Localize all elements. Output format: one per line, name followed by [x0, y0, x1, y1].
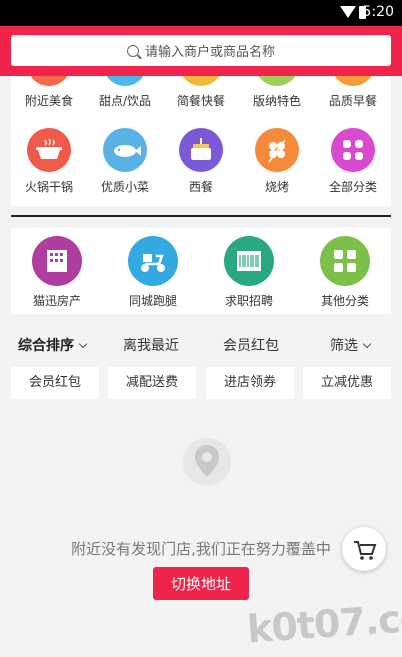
fish-icon	[103, 128, 147, 172]
category-grid: 附近美食 甜点/饮品 简餐快餐 版纳特色 品质早餐 火锅干锅 优质小菜 西餐 烧…	[11, 76, 391, 206]
category-label: 附近美食	[24, 94, 73, 108]
status-bar: 5:20	[0, 0, 402, 26]
category-label: 火锅干锅	[24, 180, 73, 194]
category-dessert[interactable]: 甜点/饮品	[87, 76, 163, 109]
sort-comprehensive[interactable]: 综合排序	[18, 335, 88, 355]
filter-chips: 会员红包 减配送费 进店领券 立减优惠	[0, 367, 402, 401]
skewer-icon	[255, 128, 299, 172]
sort-label: 综合排序	[18, 338, 74, 354]
sort-nearest[interactable]: 离我最近	[123, 335, 179, 355]
switch-address-button[interactable]: 切换地址	[153, 567, 249, 600]
category-side-dish[interactable]: 优质小菜	[87, 128, 163, 195]
chip-member-coupon[interactable]: 会员红包	[11, 367, 99, 399]
category-label: 全部分类	[328, 180, 377, 194]
cake-icon	[179, 128, 223, 172]
cart-button[interactable]	[342, 527, 386, 571]
service-label: 同城跑腿	[128, 294, 177, 308]
service-label: 猫迅房产	[32, 294, 81, 308]
bowl-icon	[179, 76, 223, 86]
wifi-icon	[340, 6, 356, 18]
scooter-icon	[128, 236, 178, 286]
status-time: 5:20	[362, 4, 394, 20]
sort-member-coupon[interactable]: 会员红包	[223, 335, 279, 355]
chevron-down-icon	[78, 339, 88, 349]
drink-icon	[103, 76, 147, 86]
category-local-special[interactable]: 版纳特色	[239, 76, 315, 109]
search-input[interactable]: 请输入商户或商品名称	[11, 35, 391, 66]
sort-bar: 综合排序 离我最近 会员红包 筛选	[0, 322, 402, 366]
category-all[interactable]: 全部分类	[315, 128, 391, 195]
category-label: 简餐快餐	[176, 94, 225, 108]
category-western[interactable]: 西餐	[163, 128, 239, 195]
chevron-down-icon	[362, 339, 372, 349]
category-label: 西餐	[188, 180, 213, 194]
barcode-icon	[224, 236, 274, 286]
grid-icon	[320, 236, 370, 286]
search-icon	[126, 44, 139, 57]
chip-instant-discount[interactable]: 立减优惠	[303, 367, 391, 399]
category-breakfast[interactable]: 品质早餐	[315, 76, 391, 109]
service-jobs[interactable]: 求职招聘	[203, 236, 295, 309]
category-fast-food[interactable]: 简餐快餐	[163, 76, 239, 109]
service-label: 求职招聘	[224, 294, 273, 308]
category-nearby-food[interactable]: 附近美食	[11, 76, 87, 109]
service-errand[interactable]: 同城跑腿	[107, 236, 199, 309]
cart-icon	[354, 541, 377, 560]
watermark-logo: k0t07.com	[245, 592, 402, 652]
breakfast-icon	[331, 76, 375, 86]
food-icon	[27, 76, 71, 86]
category-label: 烧烤	[264, 180, 289, 194]
location-pin-icon	[183, 438, 231, 486]
category-label: 优质小菜	[100, 180, 149, 194]
search-placeholder: 请输入商户或商品名称	[144, 45, 275, 60]
leaf-icon	[255, 76, 299, 86]
service-grid: 猫迅房产 同城跑腿 求职招聘 其他分类	[11, 228, 391, 314]
filter-label: 筛选	[330, 338, 358, 354]
sort-filter[interactable]: 筛选	[330, 335, 372, 355]
category-bbq[interactable]: 烧烤	[239, 128, 315, 195]
category-label: 品质早餐	[328, 94, 377, 108]
category-label: 版纳特色	[252, 94, 301, 108]
service-label: 其他分类	[320, 294, 369, 308]
search-header: 请输入商户或商品名称	[0, 26, 402, 76]
chip-store-coupon[interactable]: 进店领券	[206, 367, 294, 399]
hotpot-icon	[27, 128, 71, 172]
grid-icon	[331, 128, 375, 172]
section-divider	[11, 215, 391, 217]
service-other[interactable]: 其他分类	[299, 236, 391, 309]
building-icon	[32, 236, 82, 286]
service-real-estate[interactable]: 猫迅房产	[11, 236, 103, 309]
category-label: 甜点/饮品	[98, 94, 152, 108]
category-hotpot[interactable]: 火锅干锅	[11, 128, 87, 195]
chip-delivery-discount[interactable]: 减配送费	[108, 367, 196, 399]
